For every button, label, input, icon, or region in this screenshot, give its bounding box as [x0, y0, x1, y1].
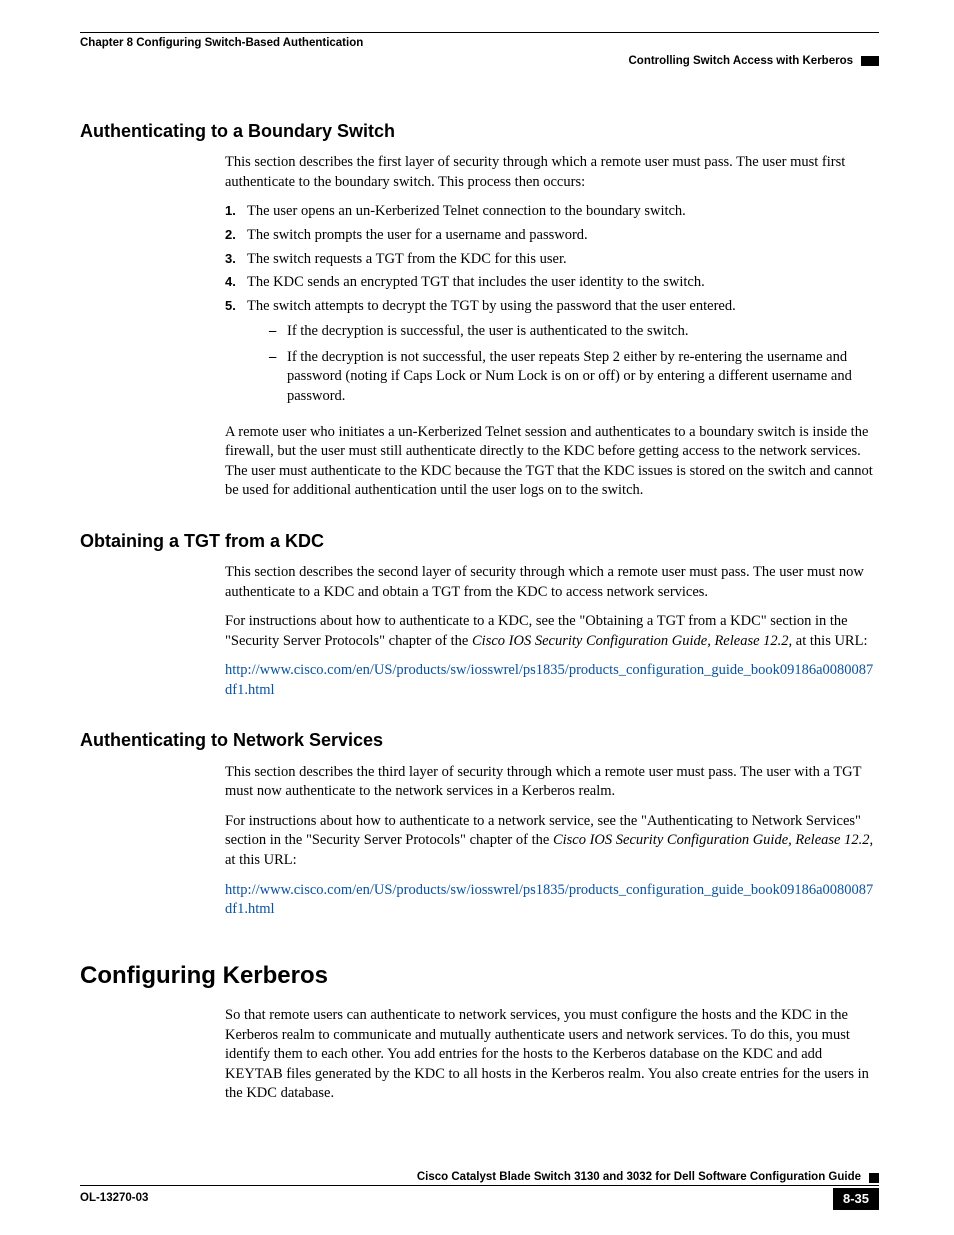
sec3-p1: This section describes the third layer o…	[225, 763, 879, 802]
step-text: The switch prompts the user for a userna…	[247, 226, 588, 246]
page-number: 8-35	[833, 1188, 879, 1210]
sec1-steps: 1.The user opens an un-Kerberized Telnet…	[225, 202, 879, 412]
list-item: 3.The switch requests a TGT from the KDC…	[225, 250, 879, 270]
sec2-p2: For instructions about how to authentica…	[225, 612, 879, 651]
footer-rule	[80, 1185, 879, 1186]
sec4-body: So that remote users can authenticate to…	[225, 1006, 879, 1104]
heading-auth-network: Authenticating to Network Services	[80, 728, 879, 752]
sec1-intro: This section describes the first layer o…	[225, 153, 879, 192]
running-subheader: Controlling Switch Access with Kerberos	[80, 54, 879, 70]
header-block-icon	[861, 56, 879, 66]
italic-title: Cisco IOS Security Configuration Guide, …	[553, 832, 873, 848]
doc-number: OL-13270-03	[80, 1191, 148, 1207]
footer-guide-line: Cisco Catalyst Blade Switch 3130 and 303…	[80, 1170, 879, 1186]
sec2-link-para: http://www.cisco.com/en/US/products/sw/i…	[225, 661, 879, 700]
heading-tgt-kdc: Obtaining a TGT from a KDC	[80, 529, 879, 553]
list-item: –If the decryption is successful, the us…	[269, 322, 879, 342]
step-text: The KDC sends an encrypted TGT that incl…	[247, 273, 705, 293]
top-rule	[80, 32, 879, 33]
footer-bottom-line: OL-13270-03 8-35	[80, 1188, 879, 1210]
sec4-p1: So that remote users can authenticate to…	[225, 1006, 879, 1104]
heading-configuring-kerberos: Configuring Kerberos	[80, 960, 879, 992]
list-item: 4.The KDC sends an encrypted TGT that in…	[225, 273, 879, 293]
list-item: 1.The user opens an un-Kerberized Telnet…	[225, 202, 879, 222]
list-item: –If the decryption is not successful, th…	[269, 348, 879, 407]
list-item: 2.The switch prompts the user for a user…	[225, 226, 879, 246]
sec3-link-para: http://www.cisco.com/en/US/products/sw/i…	[225, 881, 879, 920]
italic-title: Cisco IOS Security Configuration Guide, …	[472, 633, 792, 649]
sec1-body: This section describes the first layer o…	[225, 153, 879, 500]
step-text: The user opens an un-Kerberized Telnet c…	[247, 202, 686, 222]
running-header: Chapter 8 Configuring Switch-Based Authe…	[80, 36, 879, 52]
sec3-p2: For instructions about how to authentica…	[225, 812, 879, 871]
sec2-url-link[interactable]: http://www.cisco.com/en/US/products/sw/i…	[225, 662, 873, 698]
sec2-body: This section describes the second layer …	[225, 563, 879, 700]
heading-auth-boundary: Authenticating to a Boundary Switch	[80, 119, 879, 143]
sec1-sublist: –If the decryption is successful, the us…	[269, 322, 879, 406]
page-footer: Cisco Catalyst Blade Switch 3130 and 303…	[80, 1170, 879, 1210]
guide-title: Cisco Catalyst Blade Switch 3130 and 303…	[417, 1170, 861, 1186]
sec3-url-link[interactable]: http://www.cisco.com/en/US/products/sw/i…	[225, 882, 873, 918]
page: Chapter 8 Configuring Switch-Based Authe…	[0, 0, 954, 1235]
sec2-p1: This section describes the second layer …	[225, 563, 879, 602]
sec3-body: This section describes the third layer o…	[225, 763, 879, 920]
step-text: The switch requests a TGT from the KDC f…	[247, 250, 567, 270]
step-text: The switch attempts to decrypt the TGT b…	[247, 298, 736, 314]
chapter-label: Chapter 8 Configuring Switch-Based Authe…	[80, 36, 363, 52]
subitem-text: If the decryption is not successful, the…	[287, 348, 879, 407]
list-item: 5. The switch attempts to decrypt the TG…	[225, 297, 879, 413]
subitem-text: If the decryption is successful, the use…	[287, 322, 688, 342]
sec1-after: A remote user who initiates a un-Kerberi…	[225, 423, 879, 501]
text-run: at this URL:	[792, 633, 867, 649]
text-run: at this URL:	[225, 852, 297, 868]
footer-block-icon	[869, 1173, 879, 1183]
section-breadcrumb: Controlling Switch Access with Kerberos	[628, 54, 853, 70]
